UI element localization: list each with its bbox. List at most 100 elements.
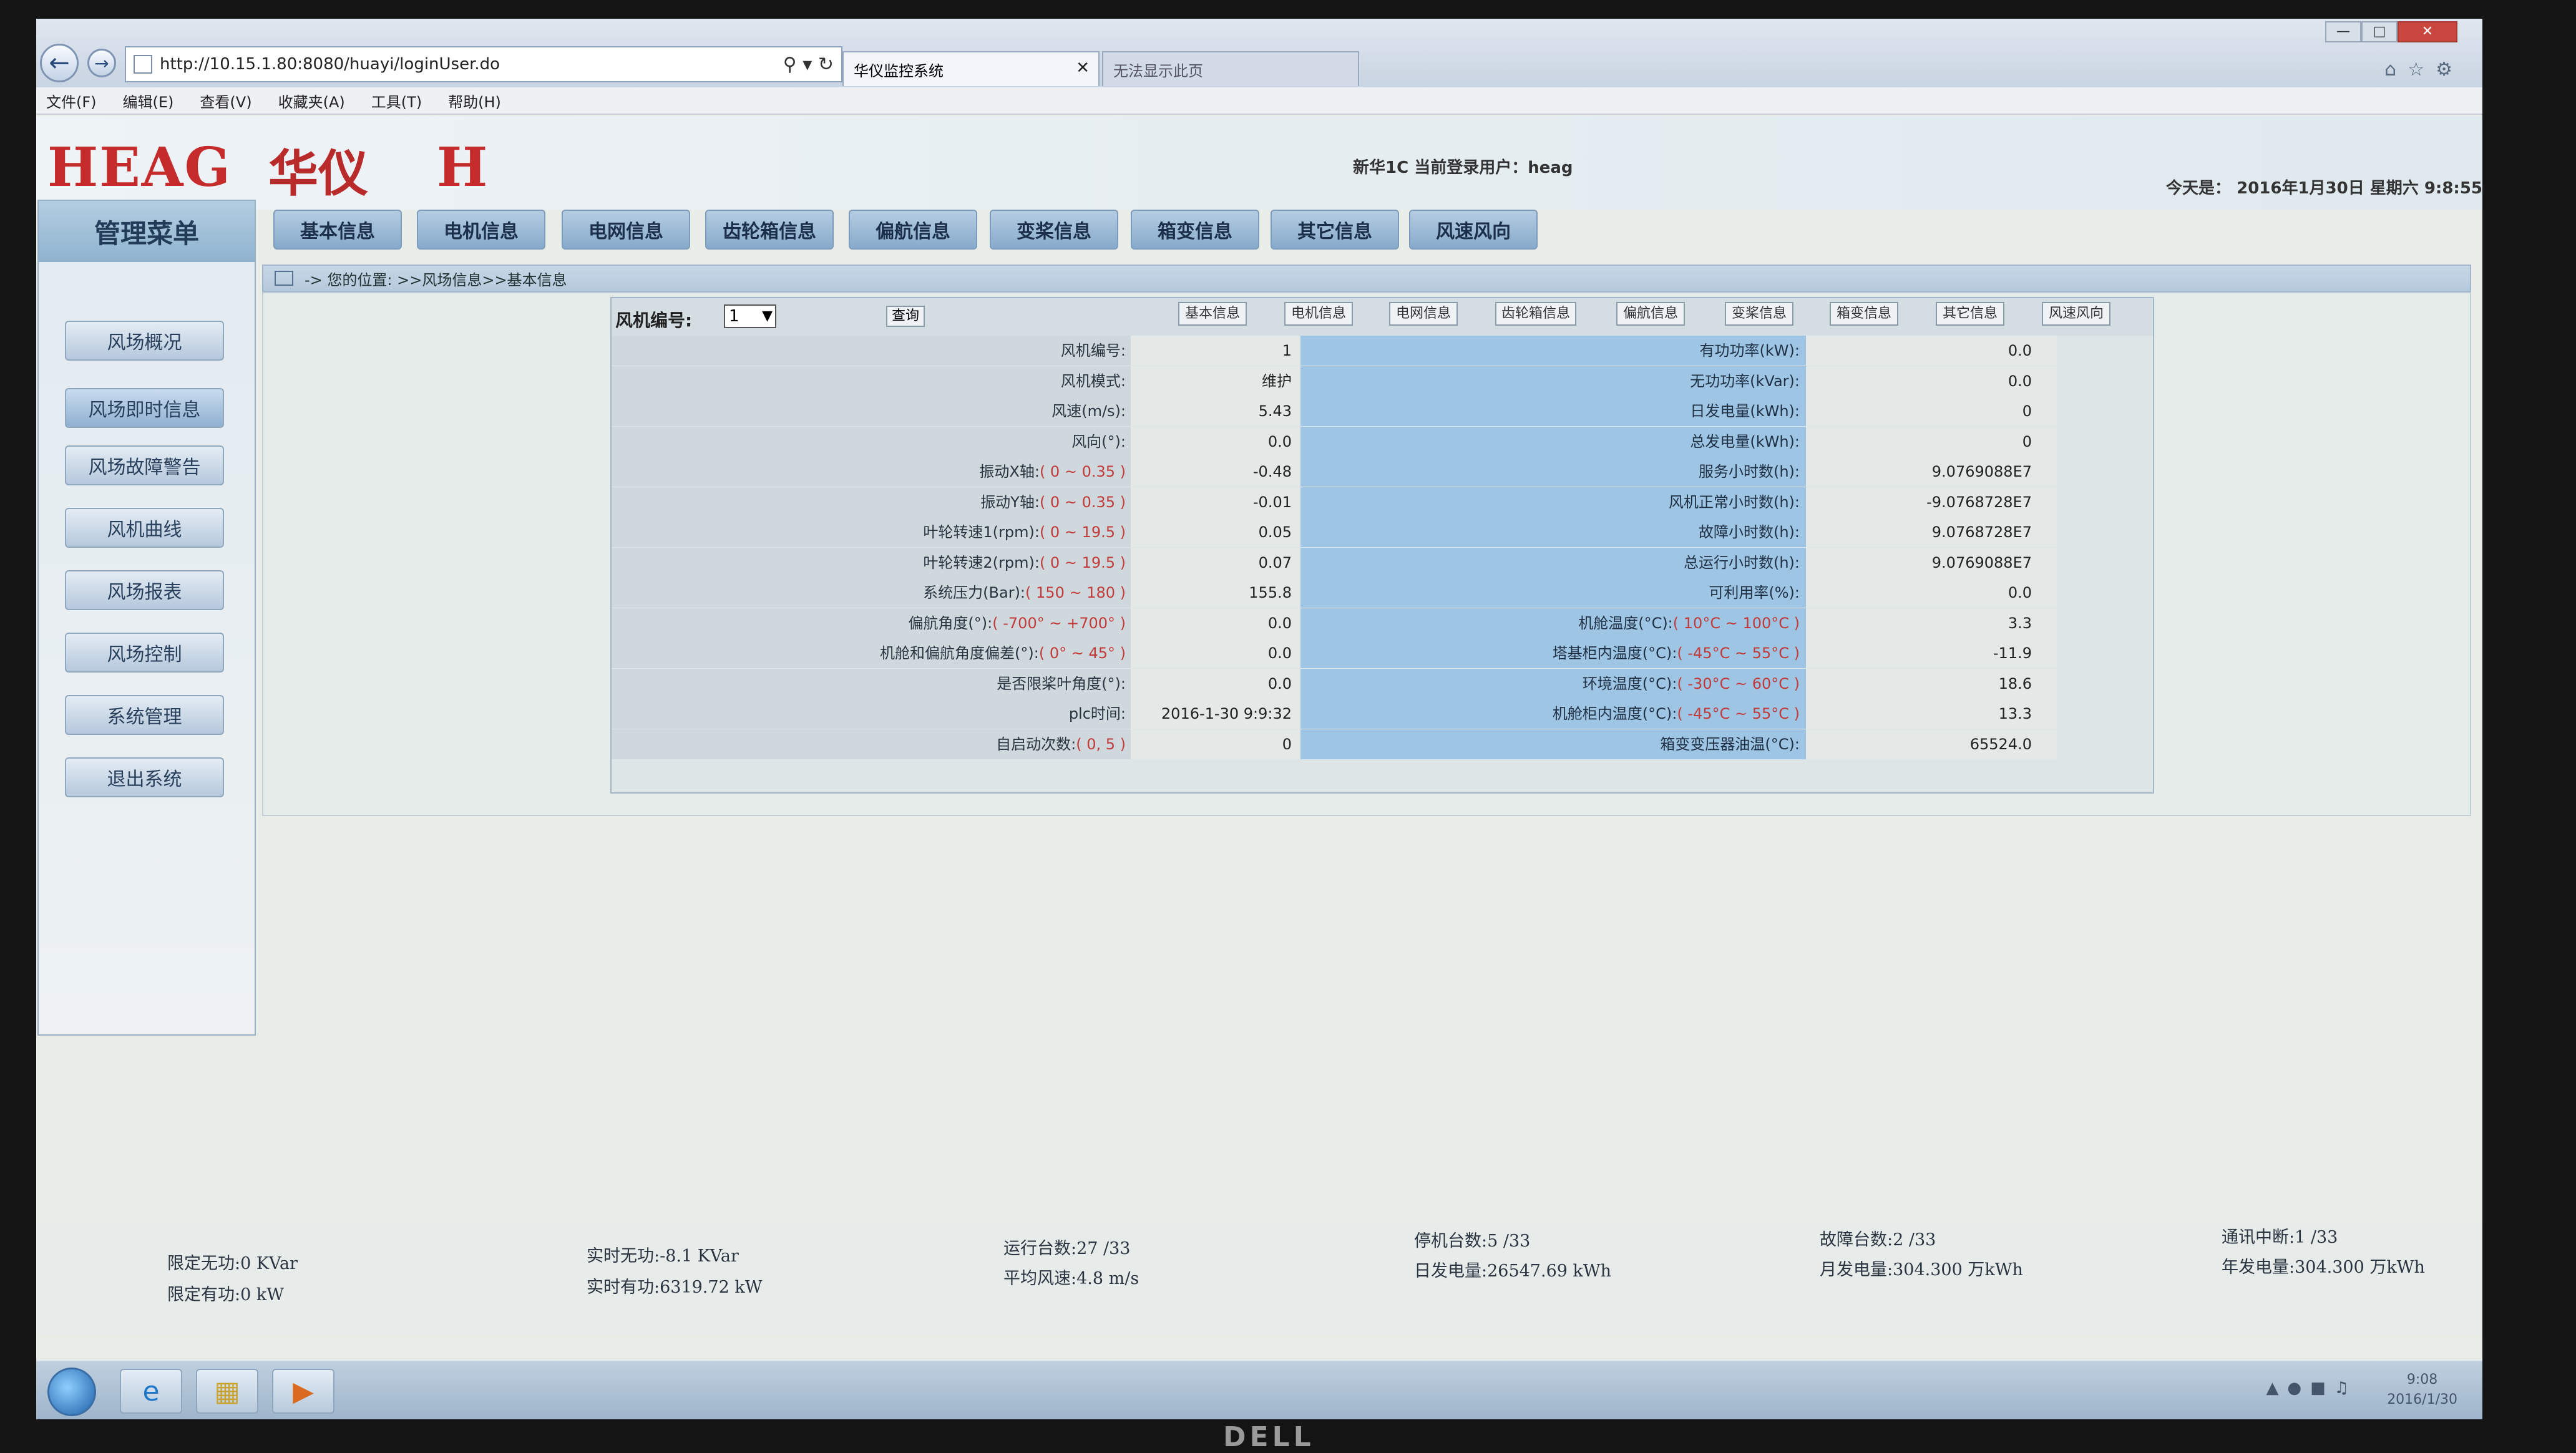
subtab-yaw[interactable]: 偏航信息: [1616, 302, 1685, 326]
taskbar-clock[interactable]: 9:08 2016/1/30: [2387, 1370, 2457, 1410]
browser-menubar: 文件(F) 编辑(E) 查看(V) 收藏夹(A) 工具(T) 帮助(H): [36, 87, 2482, 115]
fan-number-select[interactable]: 1 ▼: [724, 304, 776, 328]
param-range: ( 10°C ~ 100°C ): [1672, 614, 1800, 632]
subtab-other[interactable]: 其它信息: [1936, 302, 2004, 326]
menu-favorites[interactable]: 收藏夹(A): [278, 90, 345, 112]
minimize-button[interactable]: —: [2325, 21, 2361, 42]
status-realtime-active: 实时有功:6319.72 kW: [587, 1278, 763, 1297]
tab-yaw-info[interactable]: 偏航信息: [849, 210, 977, 250]
tab-generator-info[interactable]: 电机信息: [417, 210, 545, 250]
right-param-value: 0: [1806, 396, 2057, 426]
sidebar-item-realtime[interactable]: 风场即时信息: [65, 388, 224, 428]
sidebar-item-system[interactable]: 系统管理: [65, 695, 224, 735]
menu-help[interactable]: 帮助(H): [448, 90, 501, 112]
status-running: 运行台数:27 /33: [1003, 1239, 1131, 1258]
sidebar: 管理菜单 风场概况 风场即时信息 风场故障警告 风机曲线 风场报表 风场控制 系…: [37, 200, 256, 1036]
sidebar-item-faults[interactable]: 风场故障警告: [65, 445, 224, 485]
subtab-transformer[interactable]: 箱变信息: [1830, 302, 1898, 326]
media-player-icon[interactable]: ▶: [272, 1369, 334, 1414]
left-param-value: 155.8: [1131, 578, 1300, 608]
param-label: 机舱温度(°C):: [1578, 614, 1673, 632]
table-row: 风机编号: 1 有功功率(kW): 0.0: [612, 336, 2153, 366]
right-param-value: 0.0: [1806, 578, 2057, 608]
browser-chrome: ← → http://10.15.1.80:8080/huayi/loginUs…: [36, 19, 2482, 87]
breadcrumb-text: -> 您的位置: >>风场信息>>基本信息: [305, 271, 567, 289]
subtab-pitch[interactable]: 变桨信息: [1725, 302, 1793, 326]
turbine-info-panel: 风机编号: 1 ▼ 查询 基本信息 电机信息 电网信息 齿轮箱信息 偏航信息 变…: [610, 297, 2154, 794]
param-label: 无功功率(kVar):: [1690, 372, 1800, 390]
param-range: ( 0, 5 ): [1076, 735, 1126, 753]
table-row: 机舱和偏航角度偏差(°):( 0° ~ 45° ) 0.0 塔基柜内温度(°C):(…: [612, 638, 2153, 668]
left-param-value: 0.0: [1131, 608, 1300, 638]
close-tab-icon[interactable]: ✕: [1076, 59, 1090, 77]
tab-gearbox-info[interactable]: 齿轮箱信息: [705, 210, 834, 250]
param-label: 叶轮转速1(rpm):: [923, 523, 1040, 541]
left-param-value: 0.05: [1131, 517, 1300, 547]
sidebar-item-overview[interactable]: 风场概况: [65, 321, 224, 361]
sidebar-item-reports[interactable]: 风场报表: [65, 570, 224, 610]
tab-other-info[interactable]: 其它信息: [1271, 210, 1399, 250]
right-param-label-cell: 风机正常小时数(h):: [1300, 487, 1806, 517]
panel-toolbar: 风机编号: 1 ▼ 查询 基本信息 电机信息 电网信息 齿轮箱信息 偏航信息 变…: [612, 298, 2153, 336]
system-tray-icons[interactable]: ▲●■♫: [2266, 1379, 2358, 1397]
right-param-label-cell: 机舱温度(°C):( 10°C ~ 100°C ): [1300, 608, 1806, 638]
subtab-wind[interactable]: 风速风向: [2042, 302, 2110, 326]
left-param-value: 5.43: [1131, 396, 1300, 426]
logo-huayi: 华仪: [268, 144, 368, 203]
param-range: ( -45°C ~ 55°C ): [1677, 644, 1800, 662]
table-row: 风速(m/s): 5.43 日发电量(kWh): 0: [612, 396, 2153, 426]
browser-tab-inactive[interactable]: 无法显示此页: [1102, 51, 1359, 86]
sidebar-item-exit[interactable]: 退出系统: [65, 757, 224, 797]
tab-wind-info[interactable]: 风速风向: [1409, 210, 1538, 250]
param-label: 故障小时数(h):: [1698, 523, 1800, 541]
menu-view[interactable]: 查看(V): [200, 90, 251, 112]
menu-edit[interactable]: 编辑(E): [123, 90, 174, 112]
browser-toolbar-icons[interactable]: ⌂☆⚙: [2384, 59, 2464, 80]
right-param-label-cell: 无功功率(kVar):: [1300, 366, 1806, 396]
subtab-grid[interactable]: 电网信息: [1389, 302, 1458, 326]
address-bar[interactable]: http://10.15.1.80:8080/huayi/loginUser.d…: [125, 46, 842, 82]
app-banner: HEAG 华仪 H 新华1C 当前登录用户：heag 今天是： 2016年1月3…: [36, 116, 2482, 210]
tab-transformer-info[interactable]: 箱变信息: [1131, 210, 1259, 250]
tab-basic-info[interactable]: 基本信息: [273, 210, 402, 250]
right-param-label-cell: 总发电量(kWh):: [1300, 426, 1806, 457]
back-button[interactable]: ←: [40, 44, 79, 82]
param-label: 总发电量(kWh):: [1690, 432, 1800, 450]
status-daily-energy: 日发电量:26547.69 kWh: [1414, 1261, 1612, 1281]
param-label: 风机模式:: [1060, 372, 1126, 390]
left-param-label-cell: 风机模式:: [612, 366, 1131, 396]
folder-icon[interactable]: ▦: [196, 1369, 258, 1414]
start-button[interactable]: [47, 1368, 96, 1416]
param-range: ( -700° ~ +700° ): [992, 614, 1126, 632]
subtab-generator[interactable]: 电机信息: [1284, 302, 1353, 326]
param-range: ( 0 ~ 0.35 ): [1039, 463, 1126, 480]
close-window-button[interactable]: ✕: [2398, 21, 2457, 42]
param-label: 振动X轴:: [979, 463, 1040, 480]
subtab-gearbox[interactable]: 齿轮箱信息: [1495, 302, 1576, 326]
table-row: 叶轮转速1(rpm):( 0 ~ 19.5 ) 0.05 故障小时数(h): 9.07…: [612, 517, 2153, 547]
sidebar-item-control[interactable]: 风场控制: [65, 633, 224, 673]
left-param-label-cell: 风向(°):: [612, 426, 1131, 457]
breadcrumb: -> 您的位置: >>风场信息>>基本信息: [262, 265, 2471, 292]
param-label: 服务小时数(h):: [1698, 463, 1800, 480]
forward-button[interactable]: →: [87, 49, 116, 77]
menu-file[interactable]: 文件(F): [46, 90, 97, 112]
subtab-basic[interactable]: 基本信息: [1178, 302, 1247, 326]
menu-tools[interactable]: 工具(T): [371, 90, 422, 112]
tab-grid-info[interactable]: 电网信息: [562, 210, 690, 250]
ie-icon[interactable]: e: [120, 1369, 182, 1414]
browser-tab-active[interactable]: 华仪监控系统 ✕: [842, 51, 1100, 86]
tab-pitch-info[interactable]: 变桨信息: [990, 210, 1118, 250]
list-icon: [275, 271, 293, 286]
search-refresh-icon[interactable]: ⚲ ▾ ↻: [783, 54, 834, 75]
user-info: 新华1C 当前登录用户：heag: [1353, 158, 1573, 177]
left-param-label-cell: 偏航角度(°):( -700° ~ +700° ): [612, 608, 1131, 638]
param-label: 振动Y轴:: [980, 493, 1040, 511]
left-param-label-cell: plc时间:: [612, 699, 1131, 729]
status-avg-wind: 平均风速:4.8 m/s: [1003, 1269, 1139, 1288]
sidebar-item-curves[interactable]: 风机曲线: [65, 508, 224, 548]
maximize-button[interactable]: □: [2361, 21, 2398, 42]
query-button[interactable]: 查询: [886, 306, 925, 327]
param-range: ( 0 ~ 0.35 ): [1039, 493, 1126, 511]
table-row: 叶轮转速2(rpm):( 0 ~ 19.5 ) 0.07 总运行小时数(h): 9.0…: [612, 547, 2153, 578]
